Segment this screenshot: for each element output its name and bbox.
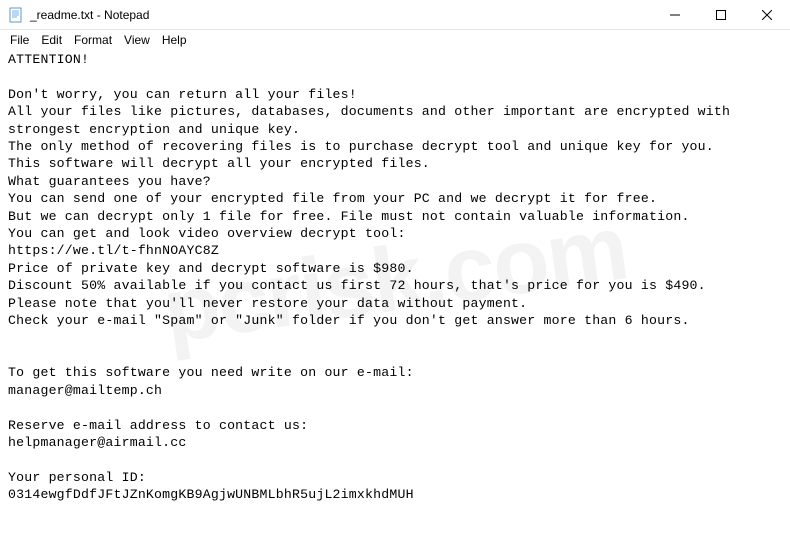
menubar: File Edit Format View Help <box>0 30 790 50</box>
text-area[interactable]: ATTENTION! Don't worry, you can return a… <box>0 50 790 560</box>
notepad-icon <box>8 7 24 23</box>
window-title: _readme.txt - Notepad <box>30 8 652 22</box>
titlebar: _readme.txt - Notepad <box>0 0 790 30</box>
menu-view[interactable]: View <box>118 31 156 49</box>
minimize-button[interactable] <box>652 0 698 29</box>
menu-help[interactable]: Help <box>156 31 193 49</box>
maximize-button[interactable] <box>698 0 744 29</box>
menu-format[interactable]: Format <box>68 31 118 49</box>
menu-file[interactable]: File <box>4 31 35 49</box>
close-button[interactable] <box>744 0 790 29</box>
window-controls <box>652 0 790 29</box>
menu-edit[interactable]: Edit <box>35 31 68 49</box>
